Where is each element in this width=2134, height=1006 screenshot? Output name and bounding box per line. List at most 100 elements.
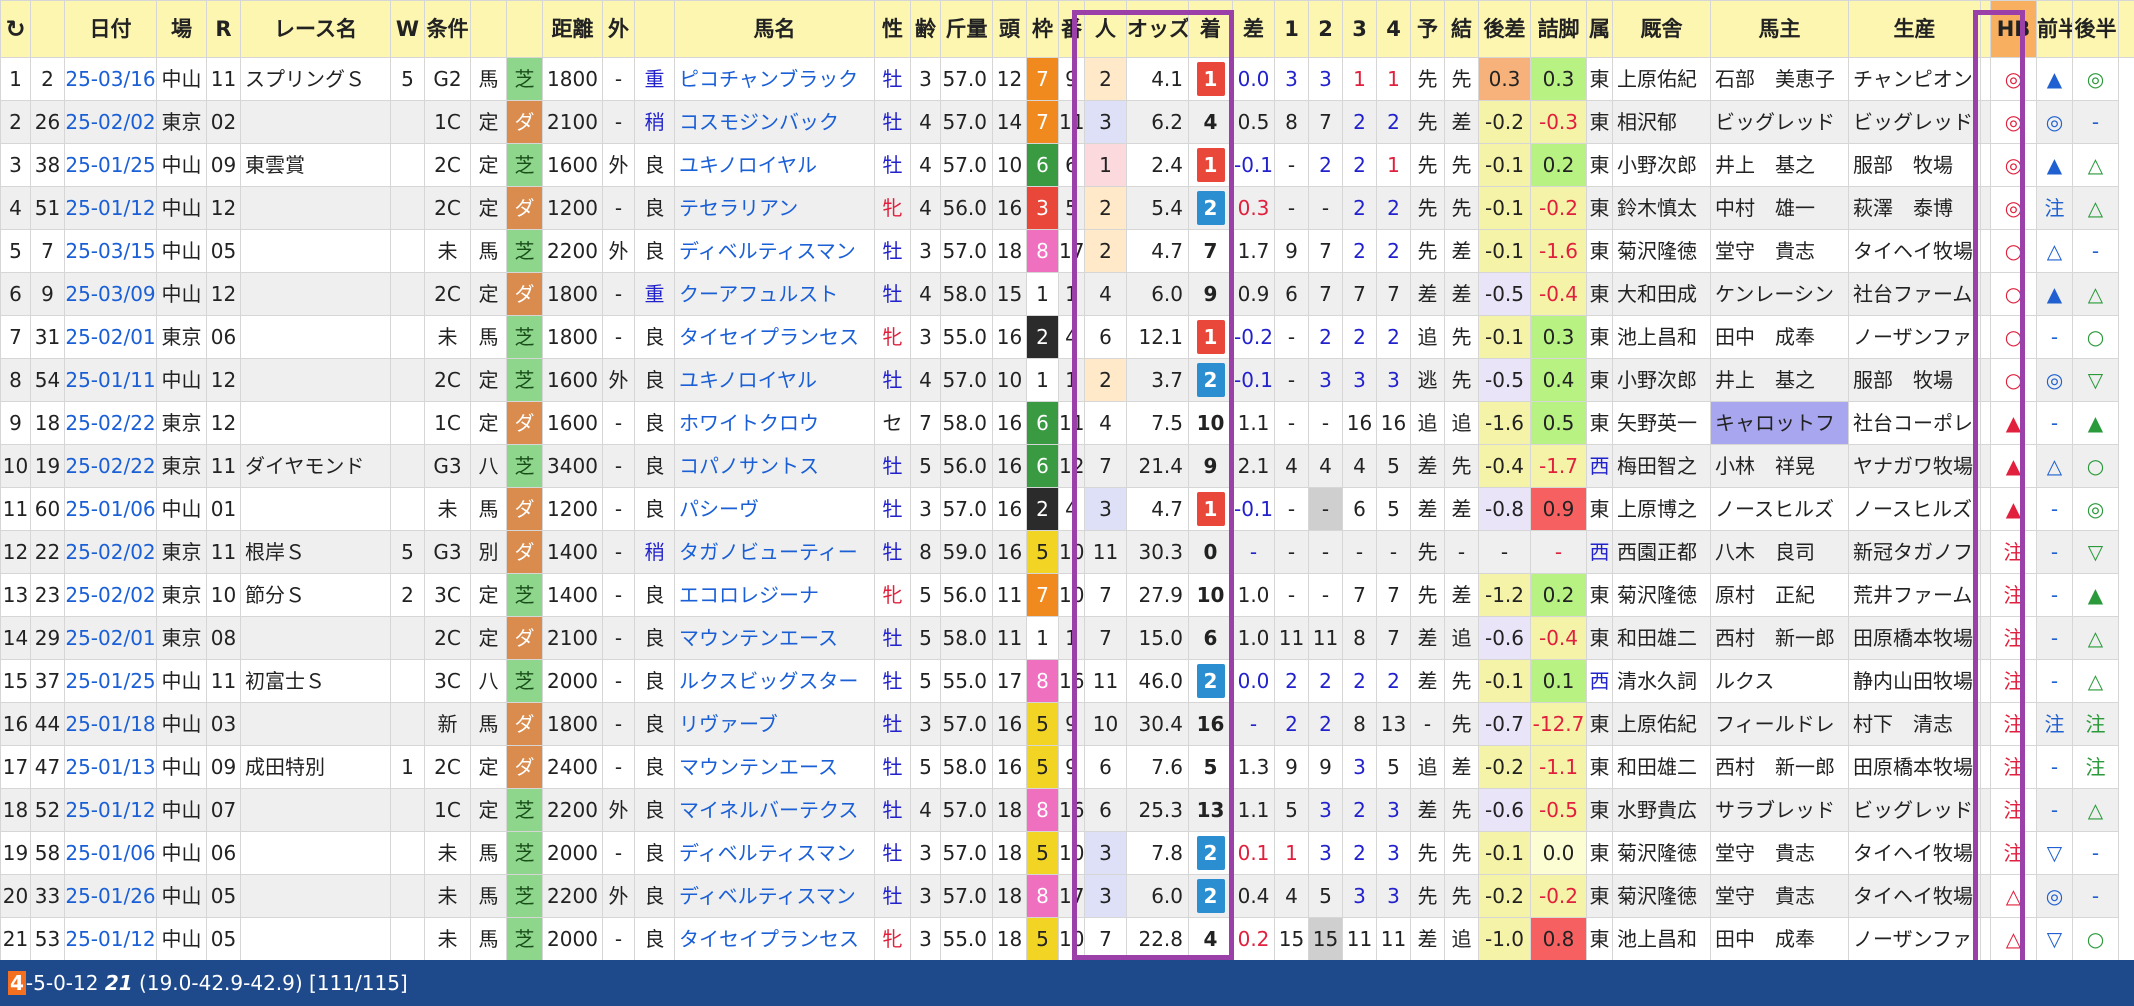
header-carried-weight[interactable]: 斤量 (940, 0, 993, 58)
table-row[interactable]: 8 54 25-01/11 中山 12 2C 定芝 1600 外良ユキノロイヤル牡 4 57.0 10… (0, 358, 2134, 402)
horse-name-link[interactable]: ユキノロイヤル (679, 153, 817, 177)
horse-name-link[interactable]: ホワイトクロウ (679, 411, 819, 435)
horse-name-link[interactable]: リヴァーブ (679, 712, 778, 736)
header-condition[interactable] (470, 0, 507, 58)
header-venue[interactable]: 場 (156, 0, 207, 58)
cell-horse-name[interactable]: ディベルティスマン (674, 229, 875, 273)
race-date-link[interactable]: 25-02/02 (66, 540, 156, 564)
table-row[interactable]: 3 38 25-01/25 中山 09 東雲賞 2C 定芝 1600 外良ユキノロイヤル 牡 4 57.… (0, 143, 2134, 187)
header-race-index[interactable] (30, 0, 65, 58)
race-date-link[interactable]: 25-01/06 (66, 841, 156, 865)
cell-date[interactable]: 25-02/02 (64, 100, 157, 144)
header-result[interactable]: 結 (1444, 0, 1479, 58)
race-date-link[interactable]: 25-02/22 (66, 411, 156, 435)
header-going[interactable] (634, 0, 675, 58)
cell-horse-name[interactable]: コパノサントス (674, 444, 875, 488)
horse-name-link[interactable]: ディベルティスマン (679, 239, 856, 263)
race-date-link[interactable]: 25-01/18 (66, 712, 156, 736)
race-date-link[interactable]: 25-02/01 (66, 325, 156, 349)
horse-name-link[interactable]: タイセイプランセス (679, 325, 859, 349)
header-pos-3[interactable]: 3 (1342, 0, 1377, 58)
race-date-link[interactable]: 25-01/13 (66, 755, 156, 779)
cell-date[interactable]: 25-01/13 (64, 745, 157, 789)
header-surface[interactable] (506, 0, 543, 58)
cell-horse-name[interactable]: ピコチャンブラック (674, 57, 875, 101)
header-age[interactable]: 齢 (910, 0, 941, 58)
cell-horse-name[interactable]: マウンテンエース (674, 616, 875, 660)
header-last-diff[interactable]: 後差 (1478, 0, 1531, 58)
horse-name-link[interactable]: コパノサントス (679, 454, 819, 478)
header-race-no[interactable]: R (206, 0, 241, 58)
header-affiliation[interactable]: 属 (1586, 0, 1613, 58)
header-spacer[interactable] (1980, 0, 1991, 58)
header-field-size[interactable]: 頭 (992, 0, 1027, 58)
cell-date[interactable]: 25-03/09 (64, 272, 157, 316)
header-date[interactable]: 日付 (64, 0, 157, 58)
horse-name-link[interactable]: ディベルティスマン (679, 884, 856, 908)
cell-horse-name[interactable]: リヴァーブ (674, 702, 875, 746)
race-date-link[interactable]: 25-01/12 (66, 196, 156, 220)
race-date-link[interactable]: 25-01/26 (66, 884, 156, 908)
horse-name-link[interactable]: マイネルバーテクス (679, 798, 858, 822)
table-row[interactable]: 7 31 25-02/01 東京 06 未馬芝 1800- 良タイセイプランセス牝 3 55.0 1… (0, 315, 2134, 359)
cell-date[interactable]: 25-01/12 (64, 186, 157, 230)
cell-date[interactable]: 25-02/02 (64, 530, 157, 574)
cell-horse-name[interactable]: エコロレジーナ (674, 573, 875, 617)
header-horse-number[interactable]: 番 (1058, 0, 1085, 58)
horse-name-link[interactable]: テセラリアン (679, 196, 798, 220)
horse-name-link[interactable]: タガノビューティー (679, 540, 858, 564)
header-distance[interactable]: 距離 (542, 0, 603, 58)
cell-horse-name[interactable]: ディベルティスマン (674, 831, 875, 875)
cell-date[interactable]: 25-01/12 (64, 788, 157, 832)
cell-horse-name[interactable]: ルクスビッグスター (674, 659, 875, 703)
cell-date[interactable]: 25-01/25 (64, 659, 157, 703)
header-pos-2[interactable]: 2 (1308, 0, 1343, 58)
header-course-side[interactable]: 外 (602, 0, 635, 58)
horse-name-link[interactable]: マウンテンエース (679, 626, 838, 650)
table-row[interactable]: 19 58 25-01/06 中山 06 未馬芝 2000- 良ディベルティスマン牡 3 57.0… (0, 831, 2134, 875)
header-hb-mark[interactable]: HB (1990, 0, 2037, 58)
table-row[interactable]: 1 2 25-03/16 中山 11 スプリングＳ 5 G2 馬芝 1800- 重ピコチャンブラック… (0, 57, 2134, 101)
cell-date[interactable]: 25-02/22 (64, 401, 157, 445)
horse-name-link[interactable]: ルクスビッグスター (679, 669, 858, 693)
race-date-link[interactable]: 25-01/12 (66, 798, 156, 822)
horse-name-link[interactable]: エコロレジーナ (679, 583, 819, 607)
cell-horse-name[interactable]: ユキノロイヤル (674, 358, 875, 402)
cell-horse-name[interactable]: コスモジンバック (674, 100, 875, 144)
table-row[interactable]: 13 23 25-02/02 東京 10 節分Ｓ 2 3C 定芝 1400- 良エコロレジーナ牝 5 5… (0, 573, 2134, 617)
header-breeder[interactable]: 生産 (1848, 0, 1981, 58)
cell-horse-name[interactable]: テセラリアン (674, 186, 875, 230)
race-date-link[interactable]: 25-01/06 (66, 497, 156, 521)
horse-name-link[interactable]: タイセイプランセス (679, 927, 859, 951)
table-row[interactable]: 18 52 25-01/12 中山 07 1C 定芝 2200 外良マイネルバーテクス牡 4 57.… (0, 788, 2134, 832)
header-pos-1[interactable]: 1 (1274, 0, 1309, 58)
table-row[interactable]: 10 19 25-02/22 東京 11 ダイヤモンド G3 八芝 3400- 良コパノサントス 牡… (0, 444, 2134, 488)
table-row[interactable]: 20 33 25-01/26 中山 05 未馬芝 2200 外良ディベルティスマン牡 3 57.0… (0, 874, 2134, 918)
horse-name-link[interactable]: ディベルティスマン (679, 841, 856, 865)
header-owner[interactable]: 馬主 (1710, 0, 1849, 58)
cell-date[interactable]: 25-01/12 (64, 917, 157, 961)
table-row[interactable]: 4 51 25-01/12 中山 12 2C 定ダ 1200- 良テセラリアン牝 4 56.0 16 3… (0, 186, 2134, 230)
race-date-link[interactable]: 25-03/09 (66, 282, 156, 306)
cell-date[interactable]: 25-02/01 (64, 616, 157, 660)
table-row[interactable]: 21 53 25-01/12 中山 05 未馬芝 2000- 良タイセイプランセス牝 3 55.0… (0, 917, 2134, 961)
cell-date[interactable]: 25-03/16 (64, 57, 157, 101)
race-date-link[interactable]: 25-01/25 (66, 669, 156, 693)
cell-horse-name[interactable]: タイセイプランセス (674, 315, 875, 359)
table-row[interactable]: 15 37 25-01/25 中山 11 初富士Ｓ 3C 八芝 2000- 良ルクスビッグスター牡… (0, 659, 2134, 703)
header-second-half[interactable]: 後半 (2072, 0, 2119, 58)
cell-date[interactable]: 25-01/11 (64, 358, 157, 402)
race-date-link[interactable]: 25-01/25 (66, 153, 156, 177)
cell-date[interactable]: 25-01/25 (64, 143, 157, 187)
cell-date[interactable]: 25-01/06 (64, 487, 157, 531)
table-row[interactable]: 17 47 25-01/13 中山 09 成田特別 1 2C 定ダ 2400- 良マウンテンエース牡… (0, 745, 2134, 789)
header-pos-4[interactable]: 4 (1376, 0, 1411, 58)
cell-date[interactable]: 25-01/26 (64, 874, 157, 918)
header-weight[interactable]: W (390, 0, 425, 58)
cell-horse-name[interactable]: ホワイトクロウ (674, 401, 875, 445)
header-race-name[interactable]: レース名 (240, 0, 391, 58)
table-row[interactable]: 14 29 25-02/01 東京 08 2C 定ダ 2100- 良マウンテンエース牡 5 58.0… (0, 616, 2134, 660)
cell-date[interactable]: 25-02/01 (64, 315, 157, 359)
race-date-link[interactable]: 25-02/01 (66, 626, 156, 650)
race-date-link[interactable]: 25-02/22 (66, 454, 156, 478)
